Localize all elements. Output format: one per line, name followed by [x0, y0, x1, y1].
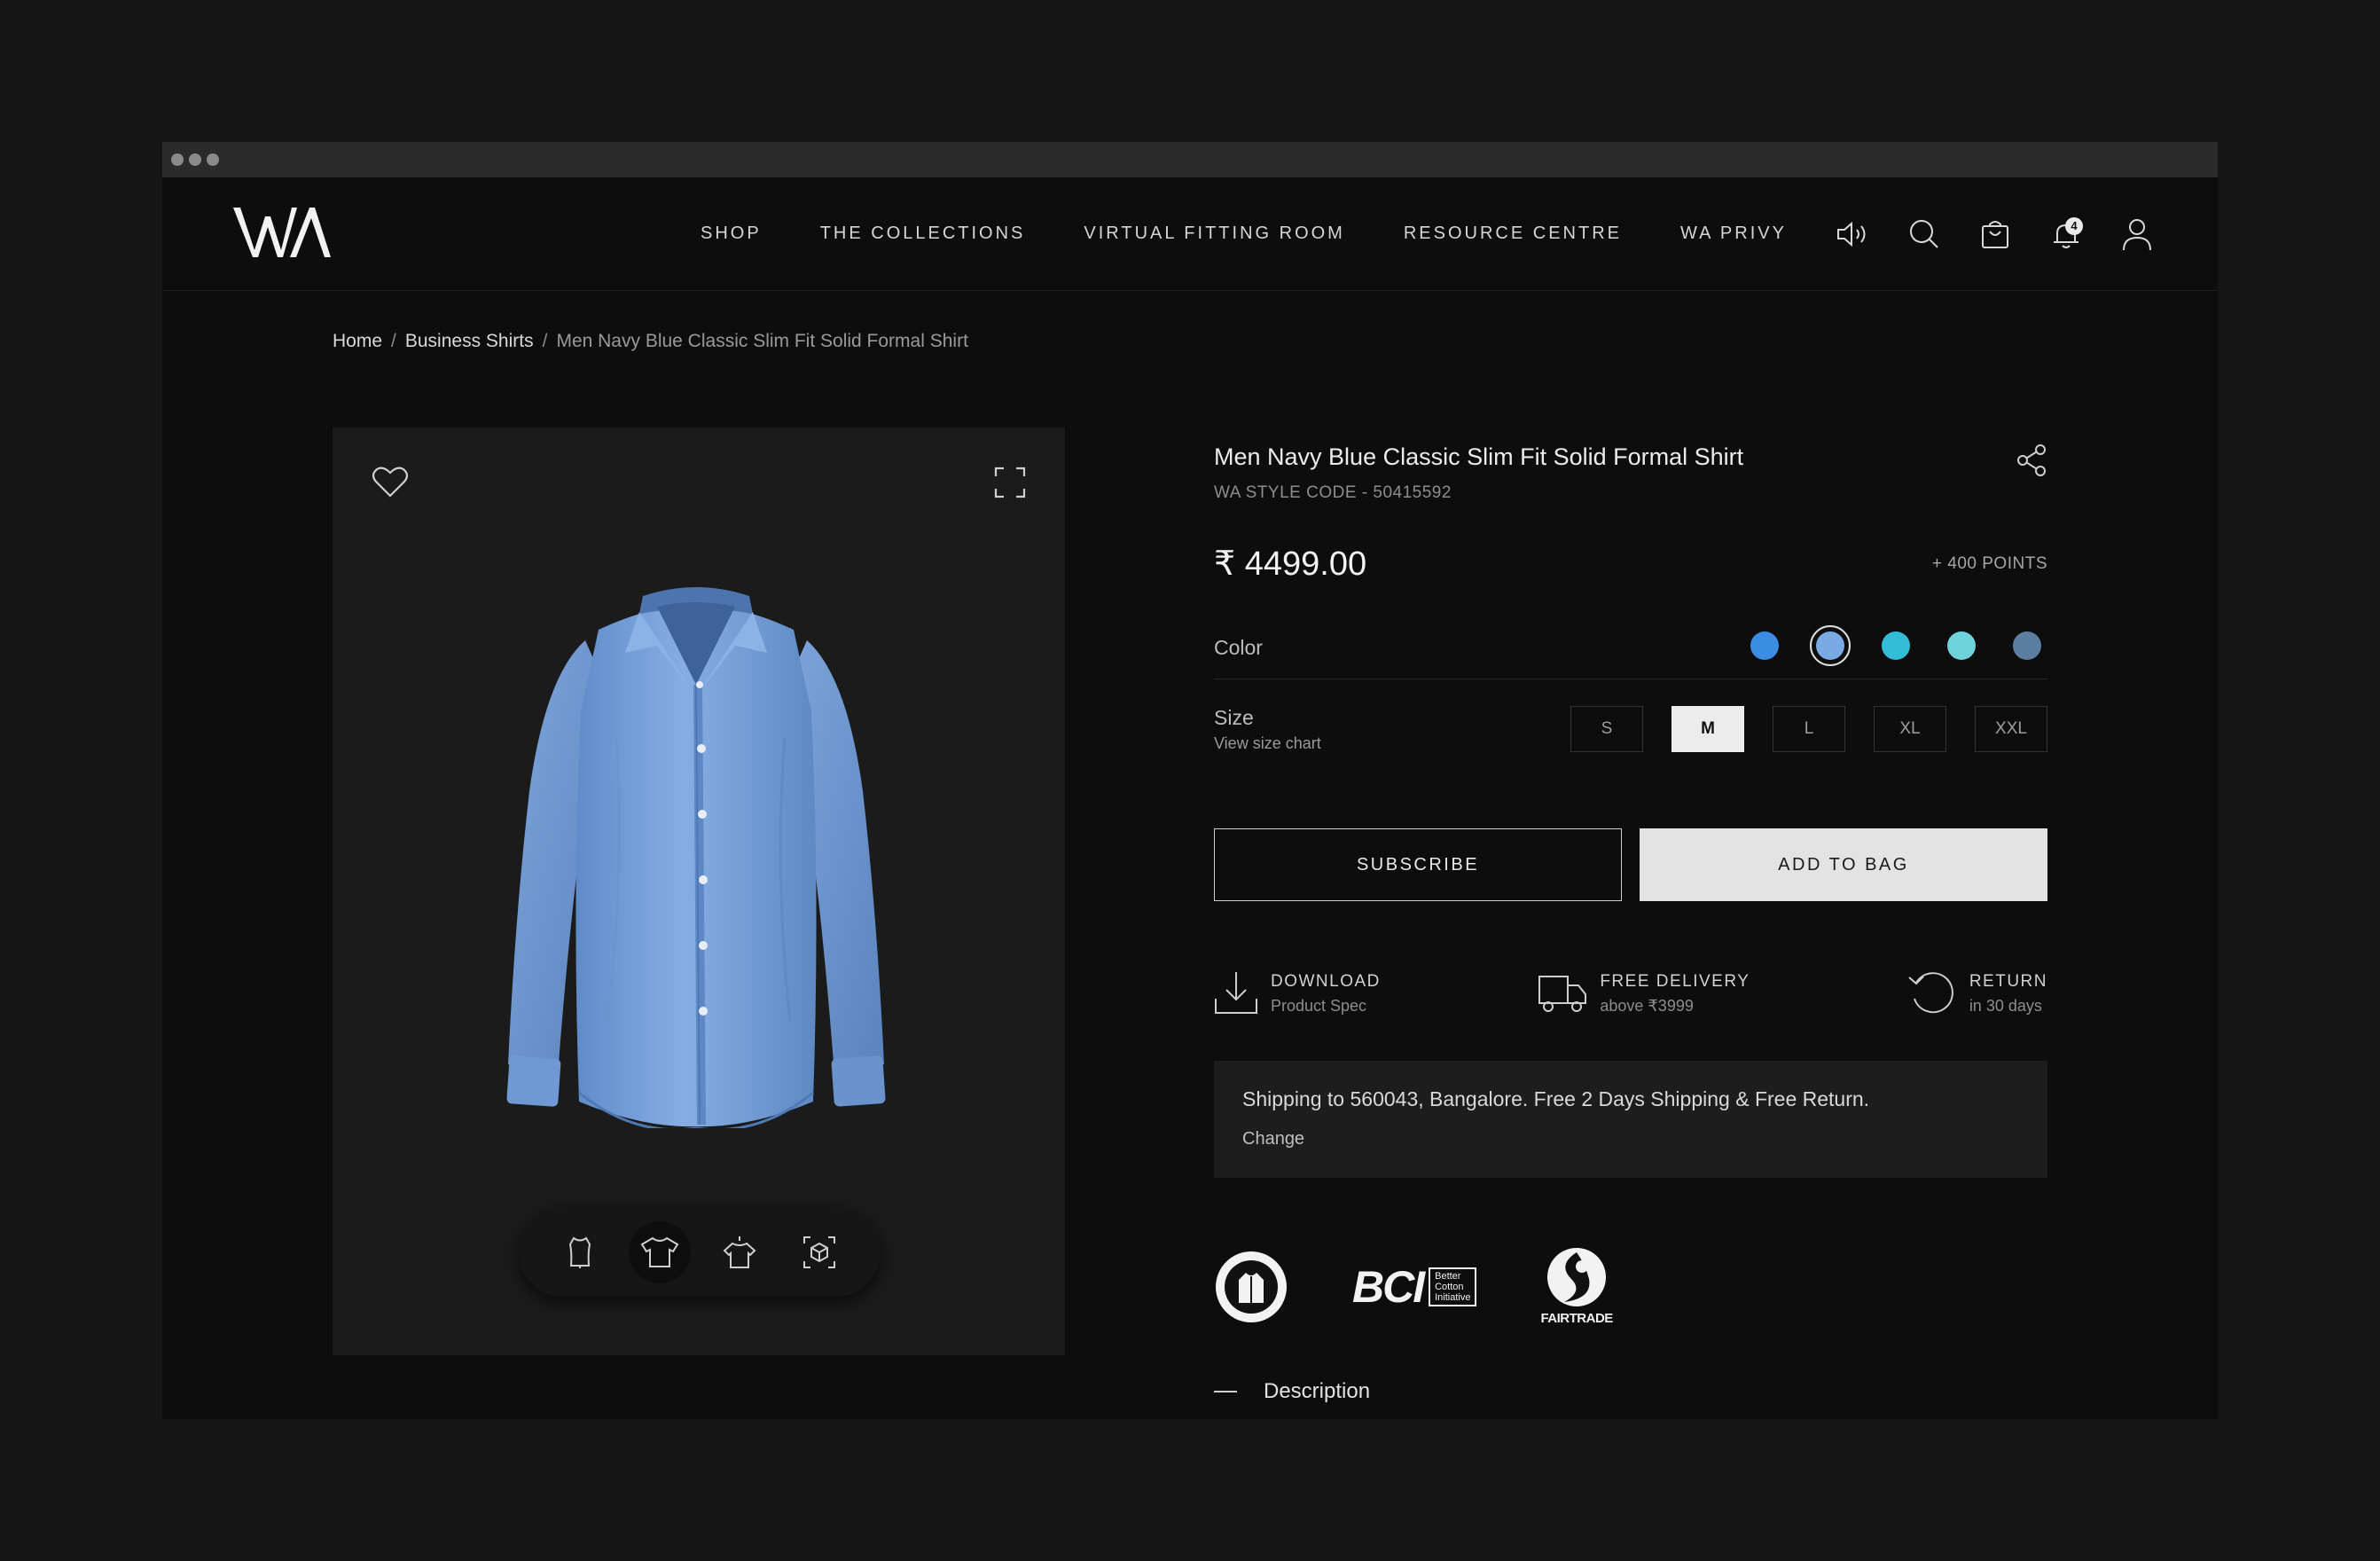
- color-swatches: [1744, 625, 2047, 666]
- subscribe-button[interactable]: SUBSCRIBE: [1214, 828, 1622, 901]
- window-dot[interactable]: [171, 153, 184, 166]
- feature-download[interactable]: DOWNLOAD Product Spec: [1214, 969, 1381, 1018]
- top-navbar: SHOP THE COLLECTIONS VIRTUAL FITTING ROO…: [162, 177, 2218, 291]
- bci-tagline-line: Better: [1435, 1270, 1461, 1282]
- feature-title: FREE DELIVERY: [1600, 971, 1750, 991]
- notification-bell-icon[interactable]: 4: [2047, 216, 2085, 253]
- feature-return: RETURN in 30 days: [1907, 969, 2047, 1018]
- breadcrumb-separator: /: [542, 331, 548, 351]
- feature-subtitle: Product Spec: [1271, 996, 1367, 1015]
- breadcrumb-home[interactable]: Home: [333, 331, 382, 352]
- fairtrade-certification: FAIRTRADE: [1540, 1247, 1613, 1326]
- color-swatch[interactable]: [1941, 625, 1982, 666]
- window-titlebar: [162, 142, 2218, 177]
- browser-window: SHOP THE COLLECTIONS VIRTUAL FITTING ROO…: [162, 142, 2218, 1419]
- bci-tagline-line: Initiative: [1435, 1291, 1471, 1303]
- size-options: S M L XL XXL: [1570, 706, 2047, 752]
- shipping-text: Shipping to 560043, Bangalore. Free 2 Da…: [1242, 1087, 1870, 1110]
- product-info: Men Navy Blue Classic Slim Fit Solid For…: [1214, 428, 2047, 1404]
- bci-certification: BCI Better Cotton Initiative: [1352, 1261, 1477, 1313]
- price-row: ₹ 4499.00 + 400 POINTS: [1214, 544, 2047, 588]
- feature-free-delivery: FREE DELIVERY above ₹3999: [1538, 969, 1750, 1018]
- bci-tagline-line: Cotton: [1435, 1281, 1464, 1292]
- nav-icon-group: 4: [1835, 177, 2156, 290]
- speaker-icon[interactable]: [1835, 216, 1872, 253]
- shirt-illustration: [506, 587, 886, 1132]
- fairtrade-label: FAIRTRADE: [1540, 1311, 1613, 1326]
- fullscreen-icon[interactable]: [994, 467, 1026, 503]
- product-image[interactable]: [483, 561, 909, 1132]
- notification-badge: 4: [2065, 216, 2083, 235]
- size-label: Size: [1214, 706, 1254, 729]
- window-dot[interactable]: [207, 153, 219, 166]
- shipping-info: Shipping to 560043, Bangalore. Free 2 Da…: [1214, 1061, 2047, 1178]
- 3d-view-icon[interactable]: [788, 1221, 850, 1283]
- wa-logo-icon: [233, 208, 331, 257]
- breadcrumb-separator: /: [391, 331, 396, 351]
- description-accordion[interactable]: Description: [1214, 1379, 2047, 1404]
- bci-logo-text: BCI: [1352, 1261, 1425, 1312]
- color-selector: Color: [1214, 625, 2047, 679]
- product-title: Men Navy Blue Classic Slim Fit Solid For…: [1214, 443, 1744, 470]
- style-code: WA STYLE CODE - 50415592: [1214, 483, 1452, 502]
- user-account-icon[interactable]: [2118, 216, 2156, 253]
- color-swatch-fill: [1816, 631, 1844, 660]
- product-price: ₹ 4499.00: [1214, 545, 1367, 583]
- feature-title: RETURN: [1969, 971, 2047, 991]
- bci-tagline: Better Cotton Initiative: [1429, 1267, 1477, 1306]
- nav-shop[interactable]: SHOP: [701, 224, 762, 244]
- feature-subtitle: above ₹3999: [1600, 996, 1694, 1015]
- feature-title: DOWNLOAD: [1271, 971, 1381, 991]
- size-option-xxl[interactable]: XXL: [1975, 706, 2047, 752]
- color-swatch[interactable]: [1744, 625, 1785, 666]
- nav-virtual-fitting-room[interactable]: VIRTUAL FITTING ROOM: [1084, 224, 1344, 244]
- size-selector: Size View size chart S M L XL XXL: [1214, 706, 2047, 759]
- color-swatch-fill: [1947, 631, 1976, 660]
- breadcrumb-current: Men Navy Blue Classic Slim Fit Solid For…: [556, 331, 968, 351]
- certification-logos: BCI Better Cotton Initiative FAIRTRADE: [1214, 1247, 2047, 1326]
- color-swatch[interactable]: [1810, 625, 1851, 666]
- product-gallery: [333, 428, 1065, 1355]
- truck-icon: [1538, 976, 1587, 1012]
- color-swatch-fill: [1750, 631, 1779, 660]
- color-swatch[interactable]: [1875, 625, 1916, 666]
- breadcrumb-category[interactable]: Business Shirts: [405, 331, 534, 352]
- search-icon[interactable]: [1906, 216, 1943, 253]
- color-swatch[interactable]: [2007, 625, 2047, 666]
- size-option-l[interactable]: L: [1773, 706, 1845, 752]
- nav-wa-privy[interactable]: WA PRIVY: [1680, 224, 1787, 244]
- size-option-m[interactable]: M: [1671, 706, 1744, 752]
- tshirt-view-icon[interactable]: [629, 1221, 691, 1283]
- collapse-dash-icon: [1214, 1391, 1237, 1392]
- add-to-bag-button[interactable]: ADD TO BAG: [1640, 828, 2047, 901]
- feature-highlights: DOWNLOAD Product Spec FREE DELIVERY abov…: [1214, 969, 2047, 1018]
- download-icon: [1215, 972, 1257, 1014]
- fairtrade-icon: [1547, 1248, 1607, 1306]
- mannequin-view-icon[interactable]: [549, 1221, 611, 1283]
- reward-points: + 400 POINTS: [1931, 554, 2047, 573]
- hanger-view-icon[interactable]: [709, 1221, 771, 1283]
- change-pincode-link[interactable]: Change: [1242, 1129, 2019, 1149]
- breadcrumb: Home / Business Shirts / Men Navy Blue C…: [333, 331, 968, 352]
- gots-certification-icon: [1216, 1251, 1287, 1322]
- nav-resource-centre[interactable]: RESOURCE CENTRE: [1404, 224, 1622, 244]
- brand-logo[interactable]: [233, 204, 331, 263]
- return-icon: [1908, 972, 1953, 1014]
- color-swatch-fill: [1882, 631, 1910, 660]
- window-dot[interactable]: [189, 153, 201, 166]
- size-option-xl[interactable]: XL: [1874, 706, 1946, 752]
- main-nav: SHOP THE COLLECTIONS VIRTUAL FITTING ROO…: [701, 177, 1845, 290]
- color-label: Color: [1214, 636, 1263, 659]
- description-label: Description: [1264, 1379, 1371, 1403]
- share-icon[interactable]: [2016, 443, 2047, 482]
- feature-subtitle: in 30 days: [1969, 996, 2042, 1015]
- color-swatch-fill: [2013, 631, 2041, 660]
- purchase-actions: SUBSCRIBE ADD TO BAG: [1214, 828, 2047, 901]
- nav-the-collections[interactable]: THE COLLECTIONS: [820, 224, 1026, 244]
- size-chart-link[interactable]: View size chart: [1214, 734, 1321, 753]
- shopping-bag-icon[interactable]: [1977, 216, 2014, 253]
- view-switcher: [519, 1208, 881, 1297]
- heart-icon[interactable]: [372, 465, 409, 503]
- size-option-s[interactable]: S: [1570, 706, 1643, 752]
